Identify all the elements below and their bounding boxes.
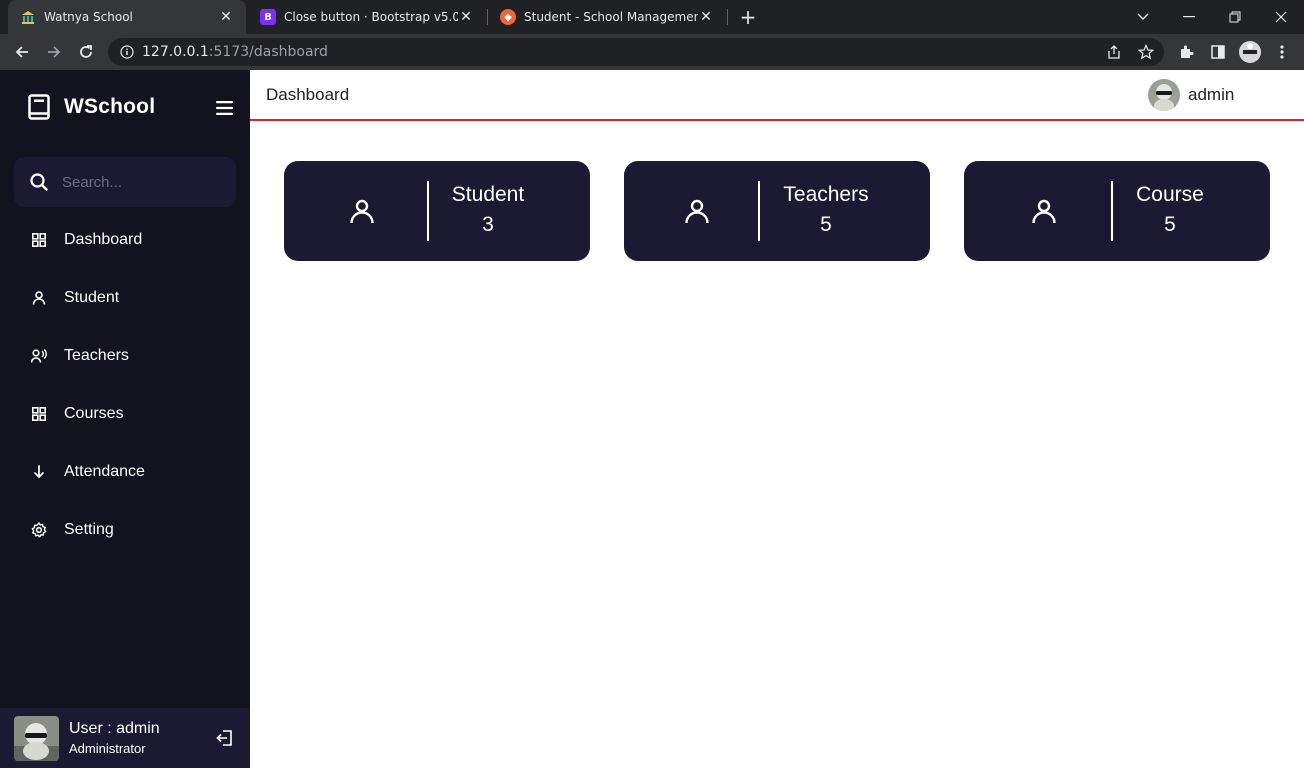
user-icon <box>30 289 48 307</box>
forward-icon[interactable] <box>42 40 66 64</box>
brand-name: WSchool <box>64 95 156 118</box>
search-input[interactable] <box>62 173 212 191</box>
user-icon <box>349 198 375 224</box>
sidebar-item-label: Student <box>64 289 120 306</box>
browser-tab-watnya[interactable]: Watnya School ✕ <box>8 0 246 34</box>
close-tab-icon[interactable]: ✕ <box>698 9 714 25</box>
avatar <box>14 715 59 761</box>
sidebar-item-label: Dashboard <box>64 231 143 248</box>
menu-toggle-icon[interactable] <box>216 100 234 115</box>
sidebar-item-dashboard[interactable]: Dashboard <box>0 216 250 264</box>
user-icon <box>1031 198 1057 224</box>
site-info-icon[interactable] <box>120 45 134 59</box>
header-username[interactable]: admin <box>1188 85 1234 105</box>
sidebar-item-student[interactable]: Student <box>0 274 250 322</box>
app-favicon-icon: ◆ <box>500 9 516 25</box>
user-icon <box>684 198 710 224</box>
school-favicon-icon <box>20 9 36 25</box>
card-title: Course <box>1136 183 1204 206</box>
stat-card-student[interactable]: Student 3 <box>284 161 590 261</box>
top-header: Dashboard admin <box>250 70 1304 121</box>
new-tab-icon[interactable]: + <box>736 4 760 30</box>
sidebar-item-label: Attendance <box>64 463 145 480</box>
browser-tab-bootstrap[interactable]: B Close button · Bootstrap v5.0 ✕ <box>248 0 486 34</box>
card-divider <box>758 181 760 241</box>
page-title: Dashboard <box>266 85 350 104</box>
sidebar-item-label: Teachers <box>64 347 129 364</box>
browser-tab-bar: Watnya School ✕ B Close button · Bootstr… <box>0 0 1304 34</box>
grid-icon <box>30 231 48 249</box>
profile-avatar[interactable] <box>1238 40 1262 64</box>
share-icon[interactable] <box>1100 38 1128 66</box>
sidebar-item-teachers[interactable]: Teachers <box>0 332 250 380</box>
minimize-icon[interactable] <box>1166 0 1212 34</box>
user-panel: User : admin Administrator <box>0 708 250 768</box>
bootstrap-favicon-icon: B <box>260 9 276 25</box>
restore-icon[interactable] <box>1212 0 1258 34</box>
user-voice-icon <box>30 347 48 365</box>
url-path: :5173/dashboard <box>208 44 328 60</box>
sidebar-item-label: Courses <box>64 405 124 422</box>
card-title: Teachers <box>783 183 869 206</box>
tab-title: Student - School Management Sy <box>524 10 698 24</box>
user-name: User : admin <box>69 720 160 737</box>
header-avatar[interactable] <box>1148 79 1180 111</box>
card-title: Student <box>451 183 525 206</box>
reload-icon[interactable] <box>74 40 98 64</box>
close-tab-icon[interactable]: ✕ <box>218 9 234 25</box>
sidebar-item-label: Setting <box>64 521 114 538</box>
gear-icon <box>30 521 48 539</box>
back-icon[interactable] <box>10 40 34 64</box>
url-host: 127.0.0.1 <box>142 44 209 60</box>
search-icon <box>30 173 48 191</box>
logout-icon[interactable] <box>215 728 235 748</box>
card-value: 5 <box>1164 213 1176 236</box>
sidebar: WSchool Dashboard Student Teachers Cours… <box>0 70 250 768</box>
card-value: 5 <box>820 213 832 236</box>
search-box[interactable] <box>14 157 236 207</box>
extensions-icon[interactable] <box>1174 40 1198 64</box>
stat-card-teachers[interactable]: Teachers 5 <box>624 161 930 261</box>
user-role: Administrator <box>69 741 146 756</box>
browser-menu-icon[interactable] <box>1270 40 1294 64</box>
address-bar[interactable]: 127.0.0.1:5173/dashboard <box>108 38 1164 66</box>
side-panel-icon[interactable] <box>1206 40 1230 64</box>
book-icon <box>28 94 50 120</box>
sidebar-item-courses[interactable]: Courses <box>0 390 250 438</box>
tab-separator <box>727 9 728 25</box>
stat-card-course[interactable]: Course 5 <box>964 161 1270 261</box>
browser-tab-student[interactable]: ◆ Student - School Management Sy ✕ <box>488 0 726 34</box>
close-tab-icon[interactable]: ✕ <box>458 9 474 25</box>
browser-toolbar: 127.0.0.1:5173/dashboard <box>0 34 1304 70</box>
grid-icon <box>30 405 48 423</box>
brand[interactable]: WSchool <box>28 94 155 120</box>
tab-search-icon[interactable] <box>1120 0 1166 34</box>
arrow-down-icon <box>30 463 48 481</box>
sidebar-item-attendance[interactable]: Attendance <box>0 448 250 496</box>
bookmark-star-icon[interactable] <box>1132 38 1160 66</box>
tab-title: Close button · Bootstrap v5.0 <box>284 10 458 24</box>
card-value: 3 <box>482 213 494 236</box>
tab-title: Watnya School <box>44 10 133 24</box>
close-window-icon[interactable] <box>1258 0 1304 34</box>
sidebar-item-setting[interactable]: Setting <box>0 506 250 554</box>
